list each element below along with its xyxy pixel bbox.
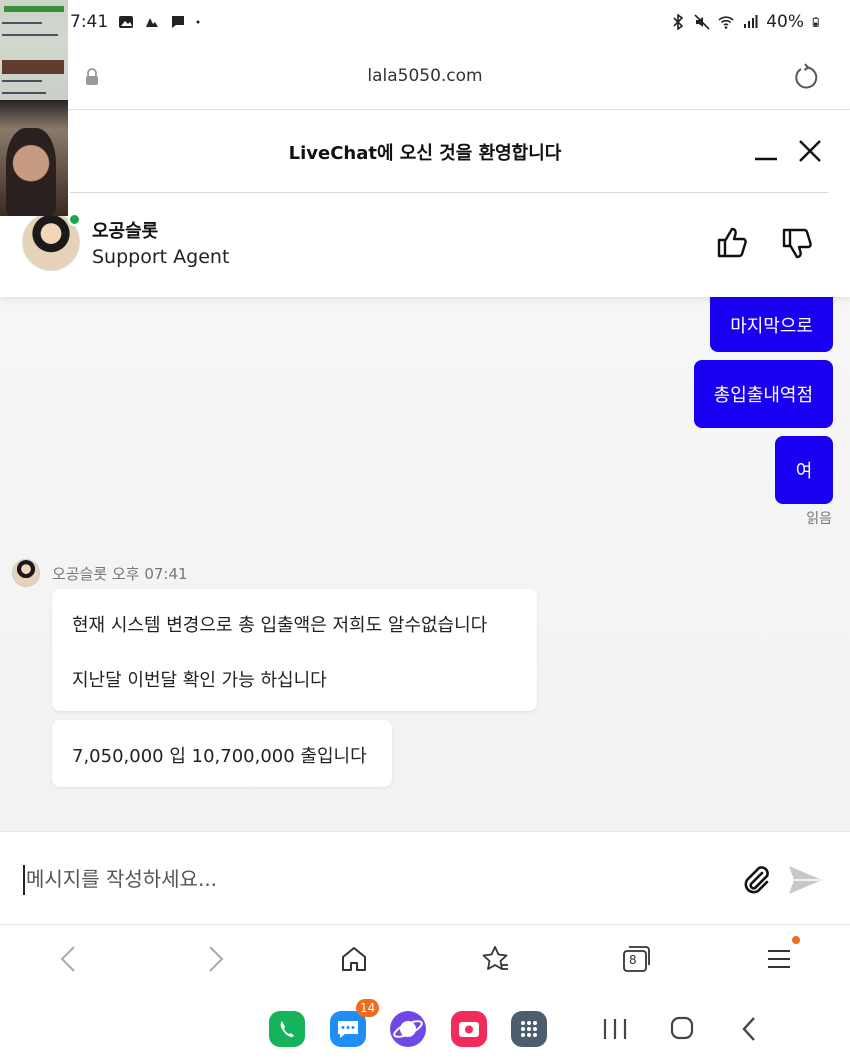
back-nav-icon[interactable] xyxy=(735,1015,765,1043)
outgoing-message: 총입출내역점 xyxy=(693,360,833,428)
video-pip-window[interactable] xyxy=(0,0,68,216)
browser-toolbar: 8 xyxy=(0,925,850,993)
back-arrow-icon[interactable] xyxy=(54,943,86,975)
url-text[interactable]: lala5050.com xyxy=(0,66,850,86)
tabs-button[interactable]: 8 xyxy=(620,943,652,975)
browser-app-icon[interactable] xyxy=(390,1011,426,1047)
messages-badge: 14 xyxy=(356,999,380,1017)
camera-icon xyxy=(459,1022,479,1037)
thumbs-down-icon[interactable] xyxy=(779,225,815,261)
read-receipt: 읽음 xyxy=(806,511,832,527)
status-bar: 7:41 40% xyxy=(0,0,850,46)
pip-progress-bar xyxy=(4,6,64,12)
pip-hud-line xyxy=(2,22,42,24)
message-composer xyxy=(0,831,850,925)
pip-hud-line xyxy=(2,34,58,36)
incoming-meta-row: 오공슬롯 오후 07:41 xyxy=(12,559,188,587)
mute-icon xyxy=(694,14,710,30)
thumbs-up-icon[interactable] xyxy=(714,225,750,261)
messages-app-icon[interactable] xyxy=(330,1011,366,1047)
pip-hud-line xyxy=(2,80,42,82)
message-line: 지난달 이번달 확인 가능 하십니다 xyxy=(72,670,327,691)
apps-drawer-icon[interactable] xyxy=(511,1011,547,1047)
online-status-dot xyxy=(68,213,81,226)
bookmark-star-icon[interactable] xyxy=(479,943,511,975)
tab-count: 8 xyxy=(629,953,637,967)
message-input[interactable] xyxy=(26,862,706,896)
pip-streamer-face xyxy=(6,128,56,216)
bluetooth-icon xyxy=(673,14,684,30)
welcome-title: LiveChat에 오신 것을 환영합니다 xyxy=(288,143,562,164)
text-cursor xyxy=(23,865,25,895)
home-icon[interactable] xyxy=(338,943,370,975)
menu-notification-dot xyxy=(792,936,800,944)
battery-icon xyxy=(812,17,819,27)
outgoing-message: 마지막으로 xyxy=(710,297,833,352)
incoming-meta: 오공슬롯 오후 07:41 xyxy=(52,564,188,583)
home-nav-icon[interactable] xyxy=(667,1015,697,1043)
pip-hud-block xyxy=(2,60,64,74)
message-line: 7,050,000 입 10,700,000 출입니다 xyxy=(72,746,367,767)
phone-app-icon[interactable] xyxy=(269,1011,305,1047)
agent-name: 오공슬롯 xyxy=(92,221,159,242)
chat-header: LiveChat에 오신 것을 환영합니다 오공슬롯 Support Agent xyxy=(0,111,850,297)
message-line: 현재 시스템 변경으로 총 입출액은 저희도 알수없습니다 xyxy=(72,615,488,636)
forward-arrow-icon[interactable] xyxy=(198,943,230,975)
close-icon[interactable] xyxy=(796,137,824,165)
recent-apps-icon[interactable] xyxy=(600,1015,630,1043)
battery-percent: 40% xyxy=(766,12,804,32)
header-divider xyxy=(70,192,828,193)
browser-url-bar[interactable]: lala5050.com xyxy=(0,46,850,110)
outgoing-message: 여 xyxy=(775,436,833,504)
signal-icon xyxy=(744,15,758,28)
incoming-message: 현재 시스템 변경으로 총 입출액은 저희도 알수없습니다 지난달 이번달 확인… xyxy=(52,589,537,711)
pip-game-hud xyxy=(0,0,68,100)
reload-icon[interactable] xyxy=(792,63,820,91)
gallery-icon xyxy=(119,16,134,28)
agent-avatar-small xyxy=(12,559,40,587)
pip-hud-line xyxy=(2,92,46,94)
chat-notification-icon xyxy=(172,16,185,28)
minimize-icon[interactable] xyxy=(752,137,780,165)
send-icon[interactable] xyxy=(786,862,824,898)
chat-bubble-icon xyxy=(338,1021,358,1038)
incoming-message: 7,050,000 입 10,700,000 출입니다 xyxy=(52,720,392,787)
notification-app-icon xyxy=(146,18,159,27)
chat-messages-area[interactable]: 마지막으로 총입출내역점 여 읽음 오공슬롯 오후 07:41 현재 시스템 변… xyxy=(0,297,850,831)
status-left: 7:41 xyxy=(70,12,204,32)
system-navigation-bar: 14 xyxy=(0,993,850,1062)
status-time: 7:41 xyxy=(70,12,109,32)
wifi-icon xyxy=(718,16,734,29)
agent-role: Support Agent xyxy=(92,246,230,268)
status-right: 40% xyxy=(670,12,822,32)
camera-app-icon[interactable] xyxy=(451,1011,487,1047)
grid-icon xyxy=(521,1021,537,1037)
phone-icon xyxy=(280,1021,294,1037)
paperclip-icon[interactable] xyxy=(740,864,774,898)
more-notifications-dot-icon xyxy=(196,20,200,24)
planet-icon xyxy=(393,1020,423,1038)
menu-icon[interactable] xyxy=(763,943,795,975)
